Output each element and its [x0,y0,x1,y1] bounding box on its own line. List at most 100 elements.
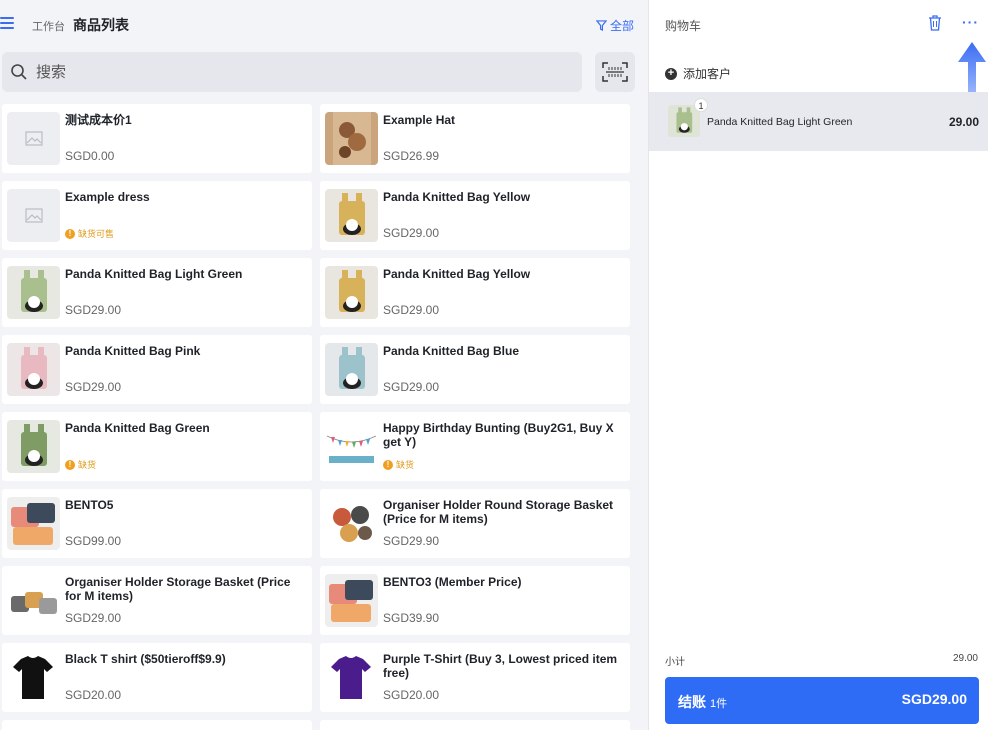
product-price: SGD26.99 [383,149,440,163]
stock-badge: ! 缺货 [65,458,96,471]
product-price: SGD0.00 [65,149,115,163]
add-customer-label: 添加客户 [683,67,732,81]
product-name: Panda Knitted Bag Pink [65,344,201,358]
product-card[interactable]: Panda Knitted Bag Blue SGD29.00 [320,335,630,404]
warning-icon: ! [65,228,75,239]
placeholder-image [7,189,60,242]
checkout-text: 结账 [678,694,706,710]
checkout-count: 1件 [710,698,728,710]
menu-icon[interactable] [0,17,14,31]
product-image [7,497,60,550]
stock-label: 缺货 [396,460,415,470]
filter-icon [595,20,607,31]
product-card[interactable]: BENTO3 (Member Price) SGD39.90 [320,566,630,635]
stock-label: 缺货 [78,460,97,470]
product-card[interactable]: Happy Birthday Bunting (Buy2G1, Buy X ge… [320,412,630,481]
product-image [7,574,60,627]
subtotal-label: 小计 [665,657,685,668]
product-image [325,112,378,165]
product-price: SGD29.90 [383,534,440,548]
product-name: Panda Knitted Bag Green [65,421,210,435]
product-card[interactable]: Panda Knitted Bag Yellow SGD29.00 [320,258,630,327]
product-price: SGD39.90 [383,611,440,625]
product-name: BENTO3 (Member Price) [383,575,522,589]
top-bar: 工作台 商品列表 全部 [0,0,648,50]
scan-button[interactable] [595,52,635,92]
search-bar [2,52,582,92]
checkout-label: 结账 1件 [678,692,727,712]
more-options-icon[interactable]: ··· [962,14,979,30]
warning-icon: ! [65,459,75,470]
image-placeholder-icon [24,131,43,146]
page-title: 商品列表 [73,17,129,33]
product-card[interactable]: Example dress ! 缺货可售 [2,181,312,250]
clear-cart-button[interactable] [928,15,942,36]
cart-item[interactable]: 1 Panda Knitted Bag Light Green 29.00 [649,92,988,151]
product-card[interactable]: Panda Knitted Bag Light Green SGD29.00 [2,258,312,327]
product-price: SGD29.00 [383,226,440,240]
product-name: Purple T-Shirt (Buy 3, Lowest priced ite… [383,652,618,680]
product-card[interactable]: Purple T-Shirt (Buy 3, Lowest priced ite… [320,643,630,712]
product-price: SGD29.00 [65,380,122,394]
product-image [325,189,378,242]
placeholder-image [7,112,60,165]
product-panel: 工作台 商品列表 全部 测试成本价1 SGD0.00 [0,0,648,730]
product-card[interactable]: Organiser Holder Round Storage Basket (P… [320,489,630,558]
image-placeholder-icon [24,208,43,223]
product-image [325,497,378,550]
product-name: BENTO5 [65,498,114,512]
barcode-scan-icon [602,62,628,82]
product-name: Happy Birthday Bunting (Buy2G1, Buy X ge… [383,421,614,449]
checkout-button[interactable]: 结账 1件 SGD29.00 [665,677,979,724]
product-name: Black T shirt ($50tieroff$9.9) [65,652,226,666]
product-price: SGD20.00 [383,688,440,702]
product-name: Panda Knitted Bag Yellow [383,267,531,281]
filter-label: 全部 [609,19,634,33]
trash-icon [929,15,941,31]
product-name: Example dress [65,190,150,204]
product-name: Example Hat [383,113,456,127]
product-price: SGD29.00 [65,611,122,625]
product-image [325,266,378,319]
product-price: SGD29.00 [383,303,440,317]
product-card[interactable]: Panda Knitted Bag Green ! 缺货 [2,412,312,481]
product-card[interactable]: Panda Knitted Bag Pink SGD29.00 [2,335,312,404]
product-image [325,420,378,473]
checkout-amount: SGD29.00 [901,691,967,707]
filter-button[interactable]: 全部 [595,17,634,34]
subtotal-value: 29.00 [952,653,978,664]
search-icon [11,64,27,80]
product-card[interactable]: BENTO5 SGD99.00 [2,489,312,558]
cart-item-name: Panda Knitted Bag Light Green [707,116,853,128]
stock-badge: ! 缺货 [383,458,414,471]
product-image [325,574,378,627]
breadcrumb[interactable]: 工作台 [32,18,65,34]
product-image [7,420,60,473]
warning-icon: ! [383,459,393,470]
product-card[interactable]: 测试成本价1 SGD0.00 [2,104,312,173]
product-price: SGD29.00 [383,380,440,394]
product-card[interactable]: Organiser Holder Storage Basket (Price f… [2,566,312,635]
add-customer-button[interactable]: + 添加客户 [665,65,731,82]
product-image [325,343,378,396]
cart-item-price: 29.00 [948,115,979,129]
product-image [7,343,60,396]
product-card[interactable] [2,720,312,730]
product-name: Panda Knitted Bag Yellow [383,190,531,204]
stock-label: 缺货可售 [78,229,115,239]
product-price: SGD99.00 [65,534,122,548]
product-card[interactable]: Black T shirt ($50tieroff$9.9) SGD20.00 [2,643,312,712]
product-name: Organiser Holder Round Storage Basket (P… [383,498,614,526]
product-price: SGD20.00 [65,688,122,702]
product-image [7,266,60,319]
plus-icon: + [665,67,677,80]
product-card[interactable]: Example Hat SGD26.99 [320,104,630,173]
product-name: 测试成本价1 [65,113,132,127]
product-image [325,651,378,704]
product-card[interactable]: Panda Knitted Bag Yellow SGD29.00 [320,181,630,250]
product-card[interactable] [320,720,630,730]
product-image [7,651,60,704]
product-name: Organiser Holder Storage Basket (Price f… [65,575,291,603]
search-input[interactable] [36,63,536,81]
product-name: Panda Knitted Bag Blue [383,344,520,358]
